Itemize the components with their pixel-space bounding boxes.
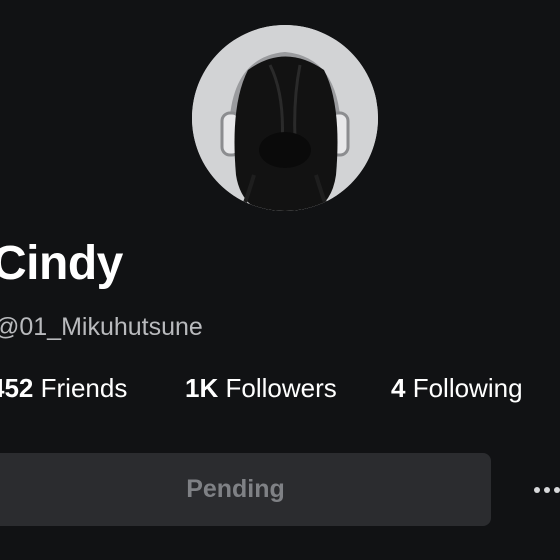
more-dot	[544, 487, 550, 493]
pending-button[interactable]: Pending	[0, 453, 491, 526]
avatar-image	[192, 25, 378, 211]
username: @01_Mikuhutsune	[0, 313, 203, 341]
more-dot	[534, 487, 540, 493]
following-stat[interactable]: 4 Following	[391, 373, 523, 404]
following-count: 4	[391, 373, 406, 403]
friends-count: 452	[0, 373, 34, 403]
more-dot	[554, 487, 560, 493]
display-name: Cindy	[0, 237, 123, 290]
profile-stats: 452 Friends 1K Followers 4 Following	[0, 373, 560, 407]
more-horizontal-icon[interactable]	[528, 470, 560, 510]
followers-label: Followers	[225, 373, 337, 403]
avatar[interactable]	[192, 25, 378, 211]
followers-stat[interactable]: 1K Followers	[185, 373, 337, 404]
friends-stat[interactable]: 452 Friends	[0, 373, 127, 404]
followers-count: 1K	[185, 373, 219, 403]
friends-label: Friends	[40, 373, 128, 403]
following-label: Following	[412, 373, 523, 403]
